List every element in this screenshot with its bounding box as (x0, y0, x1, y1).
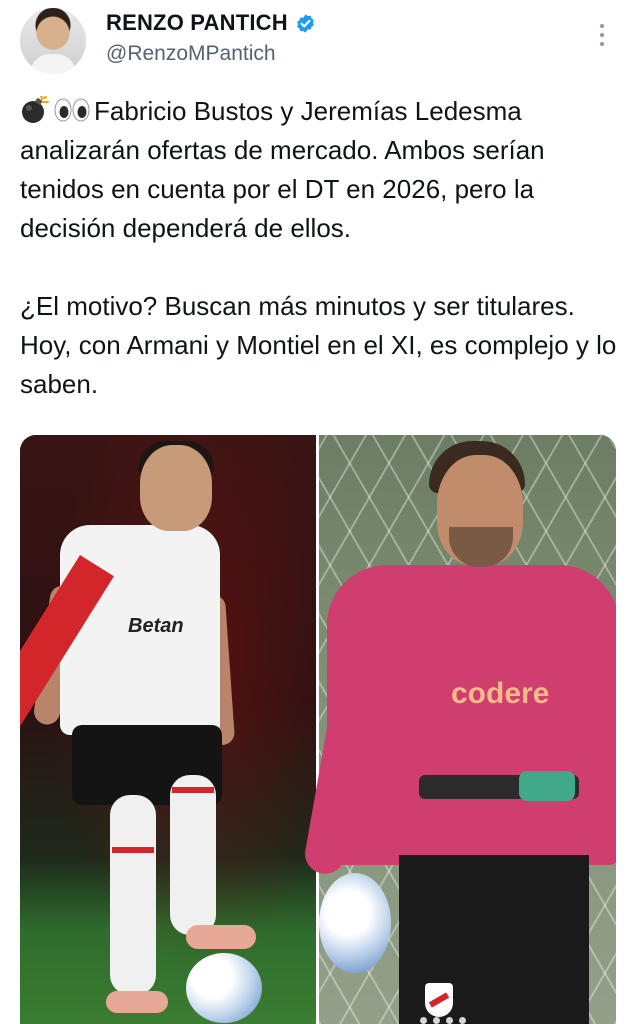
author-name-row[interactable]: RENZO PANTICH (106, 10, 316, 36)
tweet-paragraph-1: Fabricio Bustos y Jeremías Ledesma anali… (20, 92, 620, 248)
pager-dot (420, 1017, 427, 1024)
media-pager-dots (420, 1017, 466, 1024)
more-dot (600, 24, 604, 28)
player-leg (110, 795, 156, 995)
more-dot (600, 42, 604, 46)
author-display-name[interactable]: RENZO PANTICH (106, 10, 288, 36)
club-crest-icon (425, 983, 453, 1017)
player-leg (170, 775, 216, 935)
author-handle[interactable]: @RenzoMPantich (106, 42, 276, 66)
verified-badge-icon (297, 13, 314, 33)
pager-dot (459, 1017, 466, 1024)
tweet-paragraph-2: ¿El motivo? Buscan más minutos y ser tit… (20, 291, 624, 399)
sock-stripe (112, 847, 154, 853)
avatar-shirt (30, 54, 76, 74)
tweet-paragraph-1-text: Fabricio Bustos y Jeremías Ledesma anali… (20, 96, 552, 243)
player-boot (106, 991, 168, 1013)
soccer-ball (186, 953, 262, 1023)
tweet-text: Fabricio Bustos y Jeremías Ledesma anali… (20, 92, 620, 404)
pager-dot (433, 1017, 440, 1024)
jersey-sponsor-text: Betan (128, 615, 184, 637)
tweet-header: RENZO PANTICH @RenzoMPantich (0, 0, 637, 90)
media-photo-left[interactable]: Betan (20, 435, 316, 1024)
player-training-top (327, 565, 616, 865)
more-dot (600, 33, 604, 37)
bomb-emoji-icon (22, 96, 49, 123)
player-boot (186, 925, 256, 949)
more-options-icon[interactable] (595, 22, 609, 48)
sock-stripe (172, 787, 214, 793)
pager-dot (446, 1017, 453, 1024)
eyes-emoji-icon (54, 98, 90, 122)
author-avatar[interactable] (20, 8, 86, 74)
training-top-sponsor-text: codere (451, 677, 550, 710)
player-head (140, 445, 212, 531)
media-photo-right[interactable]: codere (301, 435, 616, 1024)
soccer-ball (319, 873, 391, 973)
tweet-media-grid: Betan codere (20, 435, 616, 1024)
training-belt-band (519, 771, 575, 801)
